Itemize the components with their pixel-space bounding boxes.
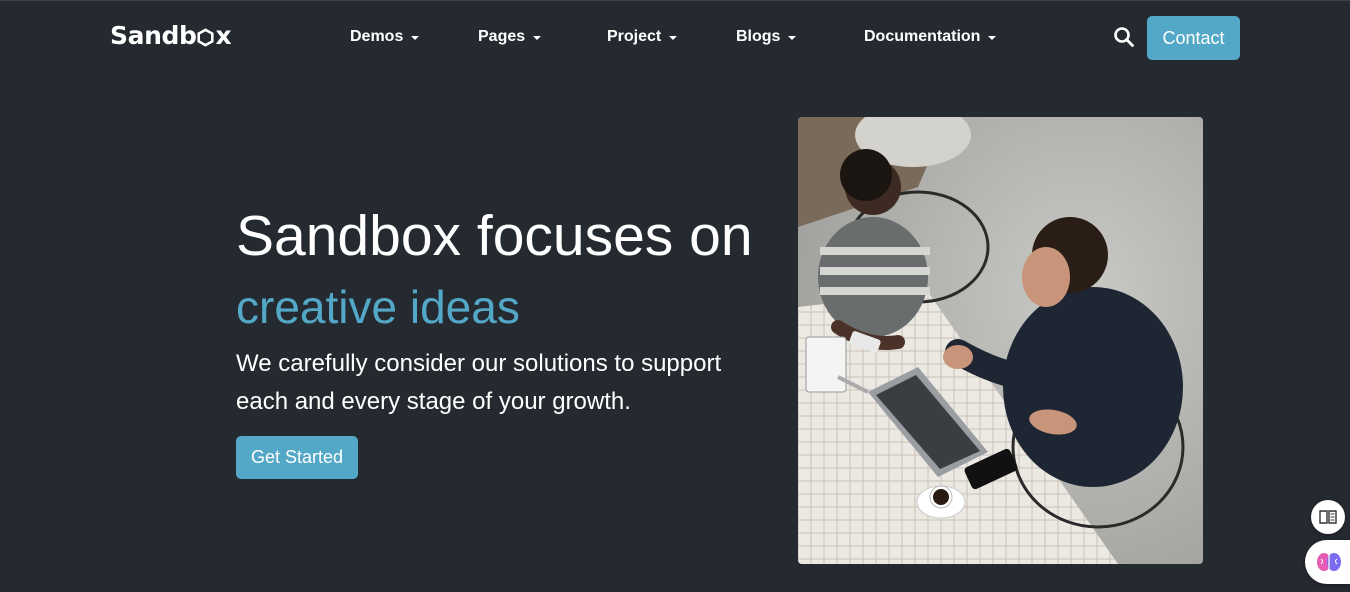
nav-item-pages[interactable]: Pages <box>478 28 542 46</box>
caret-down-icon <box>988 35 997 40</box>
hero-image <box>798 117 1203 564</box>
logo-text-start: Sandb <box>110 21 197 50</box>
logo[interactable]: Sandb x <box>110 21 232 50</box>
hero-title-highlight: creative ideas <box>236 281 520 333</box>
hero-description: We carefully consider our solutions to s… <box>236 350 722 415</box>
hero-photo-illustration <box>798 117 1203 564</box>
nav-label: Project <box>607 28 662 45</box>
caret-down-icon <box>411 35 420 40</box>
nav-label: Blogs <box>736 28 781 45</box>
search-icon[interactable] <box>1113 26 1135 48</box>
caret-down-icon <box>533 35 542 40</box>
nav-label: Pages <box>478 28 526 45</box>
caret-down-icon <box>669 35 678 40</box>
get-started-button[interactable]: Get Started <box>236 436 358 479</box>
hero-title: Sandbox focuses on <box>236 204 753 268</box>
logo-text-end: x <box>215 21 232 50</box>
brain-icon <box>1317 553 1341 571</box>
hexagon-logo-icon <box>197 27 215 47</box>
book-open-icon <box>1319 510 1337 524</box>
nav-item-project[interactable]: Project <box>607 28 678 46</box>
ai-assistant-button[interactable] <box>1305 540 1350 584</box>
contact-button[interactable]: Contact <box>1147 16 1240 60</box>
nav-item-blogs[interactable]: Blogs <box>736 28 797 46</box>
nav-item-demos[interactable]: Demos <box>350 28 420 46</box>
nav-label: Demos <box>350 28 404 45</box>
caret-down-icon <box>788 35 797 40</box>
nav-item-documentation[interactable]: Documentation <box>864 28 997 46</box>
reader-mode-button[interactable] <box>1311 500 1345 534</box>
nav-label: Documentation <box>864 28 981 45</box>
